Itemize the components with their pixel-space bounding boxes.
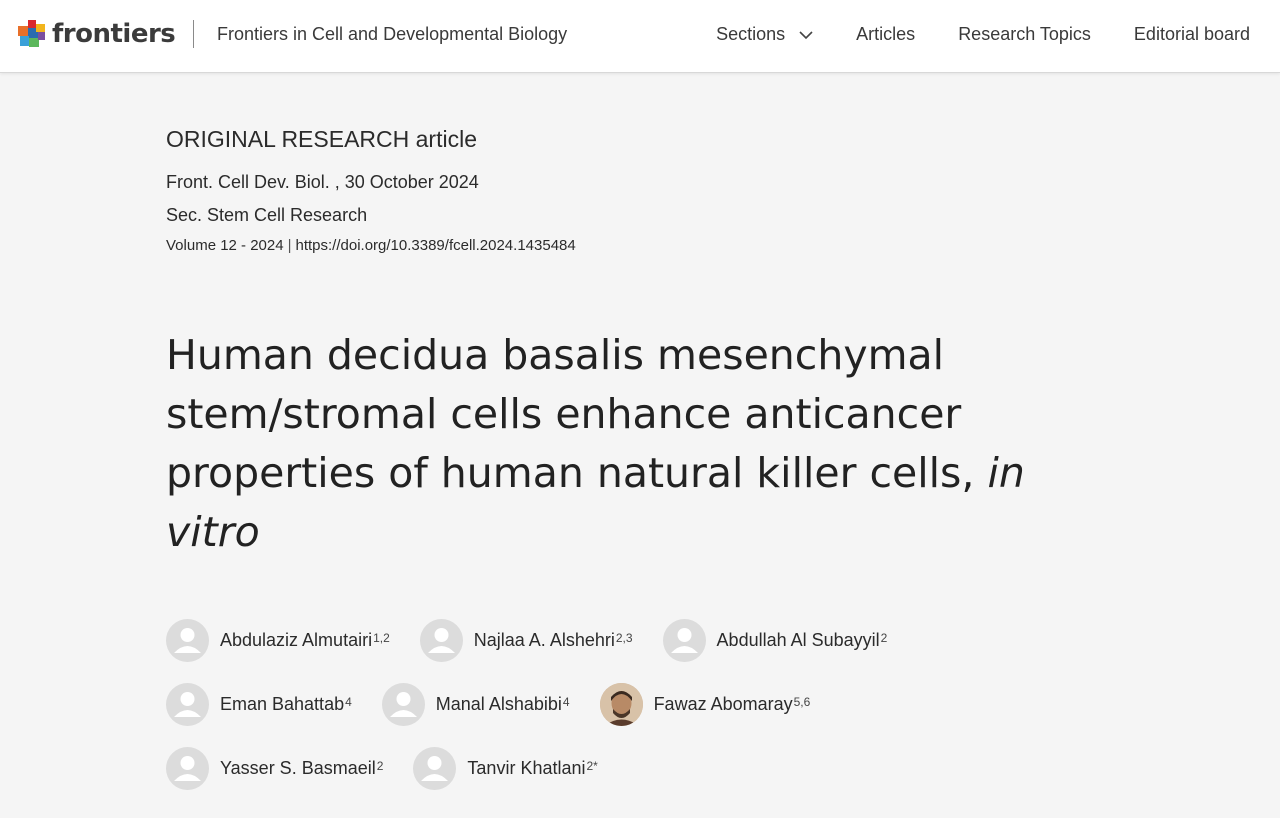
author-item[interactable]: Abdulaziz Almutairi 1,2 [166,618,390,662]
nav-research-topics-label: Research Topics [958,24,1091,44]
author-name: Yasser S. Basmaeil [220,757,376,778]
frontiers-logo-icon [18,20,45,47]
nav-research-topics[interactable]: Research Topics [958,24,1091,45]
section-link[interactable]: Sec. Stem Cell Research [166,205,367,226]
author-name: Tanvir Khatlani [467,757,586,778]
article-type: ORIGINAL RESEARCH article [166,126,477,152]
author-affiliation: 2* [586,759,598,773]
author-row: Eman Bahattab 4 Manal Alshabibi 4 Fawaz … [166,682,1066,726]
author-photo [599,682,643,726]
author-list: Abdulaziz Almutairi 1,2 Najlaa A. Alshehr… [166,618,1066,810]
doi-link[interactable]: https://doi.org/10.3389/fcell.2024.14354… [296,237,576,254]
journal-name-link[interactable]: Frontiers in Cell and Developmental Biol… [217,24,567,45]
nav-articles-label: Articles [856,24,916,44]
author-name: Manal Alshabibi [435,693,562,714]
author-affiliation: 2 [376,759,384,773]
nav-editorial-board[interactable]: Editorial board [1134,24,1250,45]
header-divider [193,20,194,48]
main-nav: Sections Articles Research Topics Editor… [716,24,1250,45]
author-affiliation: 2,3 [615,631,633,645]
user-placeholder-icon [166,746,209,790]
chevron-down-icon [799,30,813,39]
user-placeholder-icon [662,618,706,662]
volume-doi-line: Volume 12 - 2024 | https://doi.org/10.3389… [166,237,576,254]
user-placeholder-icon [413,746,457,790]
logo-text: frontiers [52,19,176,49]
author-row: Abdulaziz Almutairi 1,2 Najlaa A. Alshehr… [166,618,1066,662]
author-affiliation: 4 [345,695,352,709]
author-name: Abdullah Al Subayyil [716,629,880,650]
user-placeholder-icon [419,618,463,662]
author-name: Abdulaziz Almutairi [220,629,373,650]
nav-sections[interactable]: Sections [716,24,813,45]
article-title: Human decidua basalis mesenchymal stem/s… [166,326,1026,562]
volume-separator: | [287,237,292,254]
author-item[interactable]: Eman Bahattab 4 [166,682,352,726]
author-affiliation: 2 [880,631,888,645]
author-name: Fawaz Abomaray [653,693,793,714]
author-item[interactable]: Tanvir Khatlani 2* [413,746,598,790]
author-item[interactable]: Manal Alshabibi 4 [381,682,570,726]
author-name: Eman Bahattab [220,693,345,714]
nav-sections-label: Sections [716,24,786,44]
top-navigation-bar: frontiers Frontiers in Cell and Developm… [0,0,1280,73]
nav-editorial-board-label: Editorial board [1133,24,1250,44]
author-item[interactable]: Fawaz Abomaray 5,6 [599,682,811,726]
article-title-main: Human decidua basalis mesenchymal stem/s… [166,331,988,497]
volume-label: Volume 12 - 2024 [166,237,284,254]
author-item[interactable]: Yasser S. Basmaeil 2 [166,746,383,790]
frontiers-logo[interactable]: frontiers [18,17,176,51]
user-placeholder-icon [166,618,209,662]
author-affiliation: 5,6 [793,695,811,709]
author-item[interactable]: Abdullah Al Subayyil 2 [662,618,888,662]
author-affiliation: 1,2 [373,631,390,645]
author-name: Najlaa A. Alshehri [473,629,615,650]
author-affiliation: 4 [562,695,570,709]
user-placeholder-icon [166,682,209,726]
nav-articles[interactable]: Articles [856,24,915,45]
author-item[interactable]: Najlaa A. Alshehri 2,3 [419,618,633,662]
citation-line: Front. Cell Dev. Biol. , 30 October 2024 [166,172,479,192]
user-placeholder-icon [381,682,425,726]
author-row: Yasser S. Basmaeil 2 Tanvir Khatlani 2* [166,746,1066,790]
